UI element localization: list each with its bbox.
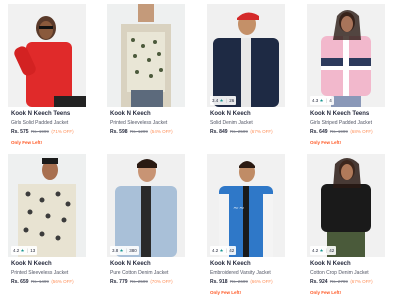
rating-badge: 4.2 ★ | 42 bbox=[310, 246, 337, 255]
rating-count: 42 bbox=[329, 248, 335, 253]
star-icon: ★ bbox=[219, 98, 224, 103]
product-price-row: Rs. 598 Rs. 1299 (54% OFF) bbox=[110, 129, 173, 135]
product-name: Embroidered Varsity Jacket bbox=[210, 270, 271, 276]
product-image[interactable] bbox=[8, 4, 86, 107]
stock-note: Only Few Left! bbox=[210, 290, 242, 295]
product-price: Rs. 918 bbox=[210, 279, 228, 285]
stock-note: Only Few Left! bbox=[310, 290, 342, 295]
product-mrp: Rs. 2599 bbox=[229, 129, 248, 134]
product-brand: Kook N Keech Teens bbox=[310, 111, 370, 117]
product-image[interactable]: 3.8 ★ | 380 bbox=[107, 154, 185, 257]
rating-divider: | bbox=[325, 98, 328, 103]
rating-divider: | bbox=[125, 248, 128, 253]
rating-badge: 3.4 ★ | 26 bbox=[210, 96, 237, 105]
star-icon: ★ bbox=[319, 248, 324, 253]
product-mrp: Rs. 1999 bbox=[30, 129, 49, 134]
product-price: Rs. 575 bbox=[11, 129, 29, 135]
product-price-row: Rs. 924 Rs. 2799 (67% OFF) bbox=[310, 279, 373, 285]
star-icon: ★ bbox=[319, 98, 324, 103]
rating-badge: 4.2 ★ | 42 bbox=[210, 246, 237, 255]
product-name: Girls Striped Padded Jacket bbox=[310, 120, 372, 126]
product-price-row: Rs. 575 Rs. 1999 (71% OFF) bbox=[11, 129, 74, 135]
product-image[interactable]: 4.2 ★ | 13 bbox=[8, 154, 86, 257]
product-name: Cotton Crop Denim Jacket bbox=[310, 270, 369, 276]
product-mrp: Rs. 2599 bbox=[129, 279, 148, 284]
product-brand: Kook N Keech bbox=[110, 111, 151, 117]
product-price: Rs. 779 bbox=[110, 279, 128, 285]
product-discount: (70% OFF) bbox=[150, 279, 173, 284]
rating-count: 380 bbox=[129, 248, 137, 253]
product-discount: (67% OFF) bbox=[350, 279, 373, 284]
stock-note: Only Few Left! bbox=[310, 140, 342, 145]
product-price-row: Rs. 849 Rs. 2599 (67% OFF) bbox=[210, 129, 273, 135]
star-icon: ★ bbox=[20, 248, 25, 253]
product-price: Rs. 849 bbox=[210, 129, 228, 135]
rating-count: 26 bbox=[229, 98, 235, 103]
product-discount: (67% OFF) bbox=[250, 129, 273, 134]
product-discount: (54% OFF) bbox=[150, 129, 173, 134]
product-image[interactable]: 4.2 ★ | 42 bbox=[307, 154, 385, 257]
product-discount: (71% OFF) bbox=[51, 129, 74, 134]
product-price-row: Rs. 918 Rs. 2699 (66% OFF) bbox=[210, 279, 273, 285]
product-brand: Kook N Keech bbox=[210, 111, 251, 117]
stock-note: Only Few Left! bbox=[11, 140, 43, 145]
rating-divider: | bbox=[225, 98, 228, 103]
product-name: Girls Solid Padded Jacket bbox=[11, 120, 69, 126]
product-image[interactable]: 3.4 ★ | 26 bbox=[207, 4, 285, 107]
rating-count: 42 bbox=[229, 248, 235, 253]
product-price: Rs. 649 bbox=[310, 129, 328, 135]
product-price: Rs. 659 bbox=[11, 279, 29, 285]
svg-text:∼∼: ∼∼ bbox=[233, 204, 245, 212]
product-brand: Kook N Keech bbox=[310, 261, 351, 267]
product-price-row: Rs. 659 Rs. 1499 (56% OFF) bbox=[11, 279, 74, 285]
rating-divider: | bbox=[225, 248, 228, 253]
rating-value: 4.2 bbox=[212, 248, 219, 253]
product-price-row: Rs. 649 Rs. 1999 (68% OFF) bbox=[310, 129, 373, 135]
product-mrp: Rs. 1299 bbox=[129, 129, 148, 134]
product-discount: (56% OFF) bbox=[51, 279, 74, 284]
rating-count: 13 bbox=[30, 248, 36, 253]
product-mrp: Rs. 1999 bbox=[329, 129, 348, 134]
product-name: Solid Denim Jacket bbox=[210, 120, 253, 126]
product-mrp: Rs. 2799 bbox=[329, 279, 348, 284]
product-image[interactable]: 4.3 ★ | 4 bbox=[307, 4, 385, 107]
rating-value: 4.2 bbox=[312, 248, 319, 253]
product-brand: Kook N Keech bbox=[11, 261, 52, 267]
product-name: Printed Sleeveless Jacket bbox=[11, 270, 69, 276]
rating-value: 3.8 bbox=[112, 248, 119, 253]
product-brand: Kook N Keech bbox=[110, 261, 151, 267]
product-brand: Kook N Keech bbox=[210, 261, 251, 267]
rating-badge: 4.2 ★ | 13 bbox=[11, 246, 38, 255]
rating-badge: 4.3 ★ | 4 bbox=[310, 96, 334, 105]
product-price: Rs. 598 bbox=[110, 129, 128, 135]
rating-value: 4.2 bbox=[13, 248, 20, 253]
product-brand: Kook N Keech Teens bbox=[11, 111, 71, 117]
product-image[interactable] bbox=[107, 4, 185, 107]
rating-badge: 3.8 ★ | 380 bbox=[110, 246, 139, 255]
product-mrp: Rs. 1499 bbox=[30, 279, 49, 284]
rating-count: 4 bbox=[329, 98, 332, 103]
product-image[interactable]: ∼∼ 4.2 ★ | 42 bbox=[207, 154, 285, 257]
product-discount: (66% OFF) bbox=[250, 279, 273, 284]
rating-divider: | bbox=[325, 248, 328, 253]
product-mrp: Rs. 2699 bbox=[229, 279, 248, 284]
product-name: Pure Cotton Denim Jacket bbox=[110, 270, 169, 276]
rating-value: 4.3 bbox=[312, 98, 319, 103]
product-name: Printed Sleeveless Jacket bbox=[110, 120, 168, 126]
rating-value: 3.4 bbox=[212, 98, 219, 103]
rating-divider: | bbox=[26, 248, 29, 253]
product-price-row: Rs. 779 Rs. 2599 (70% OFF) bbox=[110, 279, 173, 285]
product-price: Rs. 924 bbox=[310, 279, 328, 285]
product-grid: Kook N Keech Teens Girls Solid Padded Ja… bbox=[0, 0, 400, 295]
star-icon: ★ bbox=[219, 248, 224, 253]
product-discount: (68% OFF) bbox=[350, 129, 373, 134]
star-icon: ★ bbox=[119, 248, 124, 253]
